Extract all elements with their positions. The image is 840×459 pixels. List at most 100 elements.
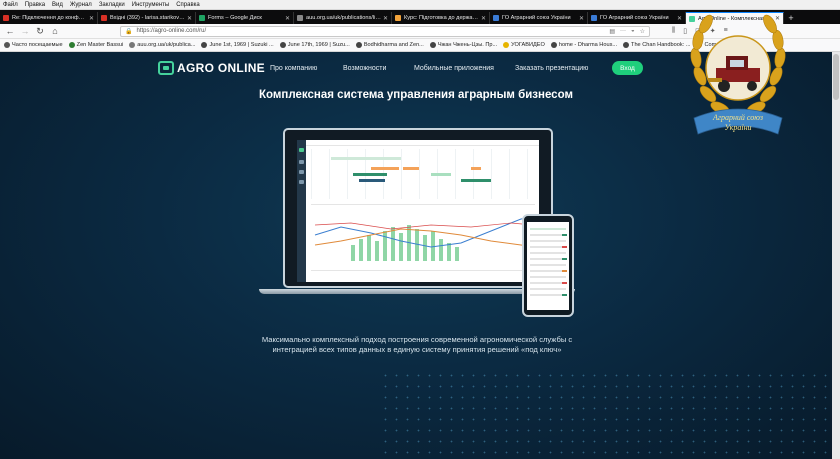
close-icon[interactable]: ✕ [677,15,682,22]
bookmark-item[interactable]: Zen Master Bassui [68,42,124,48]
emblem-text-line1: Аграрний союз [712,113,763,122]
bookmark-label: УОГАВИДЕО [511,42,545,48]
hero-description: Максимально комплексный подход построени… [261,335,573,354]
arrow-left-icon: ← [5,26,15,36]
bookmark-label: Чжан Чжень-Цзы. Пр... [437,42,498,48]
phone-row [530,282,566,284]
scrollbar-thumb[interactable] [833,54,839,100]
arrow-right-icon: → [20,26,30,36]
folder-icon [503,42,510,48]
page-scrollbar[interactable] [832,52,840,459]
menu-tools[interactable]: Инструменты [132,2,169,8]
globe-icon [129,42,136,48]
tab-label: auu.org.ua/uk/publications/list/ [306,15,381,21]
bookmark-item[interactable]: home - Dharma Hous... [550,42,618,48]
bookmark-star-icon[interactable]: ☆ [640,28,645,35]
lock-icon: 🔒 [125,28,133,35]
close-icon[interactable]: ✕ [383,15,388,22]
nav-mobile-apps[interactable]: Мобильные приложения [414,65,494,72]
phone-row [530,288,566,290]
tab-label: ГО Аграрний союз України [600,15,669,21]
nav-order-presentation[interactable]: Заказать презентацию [515,65,588,72]
tab-4[interactable]: Курс: Підготовка до держави... ✕ [392,12,490,24]
bookmark-item[interactable]: auu.org.ua/uk/publica... [129,42,195,48]
nav-about[interactable]: Про компанию [270,65,317,72]
menu-help[interactable]: Справка [176,2,200,8]
close-icon[interactable]: ✕ [89,15,94,22]
close-icon[interactable]: ✕ [579,15,584,22]
mail-favicon-icon [3,15,9,21]
tab-3[interactable]: auu.org.ua/uk/publications/list/✕ [294,12,392,24]
back-button[interactable]: ← [4,25,16,37]
agrarian-union-emblem: Аграрний союз України [690,14,786,135]
phone-row [530,270,566,272]
phone-row [530,294,566,296]
menu-view[interactable]: Вид [52,2,63,8]
agro-online-logo[interactable]: AGRO ONLINE [158,61,265,75]
tab-label: Вхідні (392) - larisa.starikova@... [110,15,185,21]
phone-status-dot [562,258,567,260]
menu-bookmarks[interactable]: Закладки [99,2,125,8]
tab-1[interactable]: Вхідні (392) - larisa.starikova@... ✕ [98,12,196,24]
dashboard-weather-chart [311,204,535,266]
tab-label: ГО Аграрний союз України [502,15,571,21]
url-text[interactable]: https://agro-online.com/ru/ [136,28,604,34]
bookmark-label: home - Dharma Hous... [558,42,618,48]
sidebar-dot-icon [299,148,304,152]
tab-2[interactable]: Forms – Google Диск ✕ [196,12,294,24]
gear-icon [4,42,10,48]
library-icon[interactable]: ⫼ [672,27,675,35]
page-icon [550,42,557,48]
reload-button[interactable]: ↻ [34,25,46,37]
more-actions-icon[interactable]: ··· [620,28,626,34]
dashboard-sidebar [297,140,306,282]
phone-status-dot [562,294,567,296]
bookmark-item[interactable]: Чжан Чжень-Цзы. Пр... [429,42,498,48]
menu-history[interactable]: Журнал [70,2,92,8]
phone-row [530,246,566,248]
phone-status-dot [562,282,567,284]
bookmark-label: Zen Master Bassui [76,42,124,48]
url-bar[interactable]: 🔒 https://agro-online.com/ru/ ▤ ··· ◒ ☆ [120,25,650,37]
phone-mockup [522,214,574,317]
globe-icon [68,42,75,48]
login-button[interactable]: Вход [612,61,643,75]
flag-favicon-icon [591,15,597,21]
tab-0[interactable]: Re: Підключення до конфер... ✕ [0,12,98,24]
home-button[interactable]: ⌂ [49,25,61,37]
forward-button[interactable]: → [19,25,31,37]
gantt-bar [471,167,481,170]
nav-features[interactable]: Возможности [343,65,386,72]
bookmark-item[interactable]: Bodhidharma and Zen... [355,42,424,48]
page-icon [623,42,630,48]
gantt-bar [403,167,419,170]
tab-label: Forms – Google Диск [208,15,262,21]
bookmark-item[interactable]: Часто посещаемые [4,42,63,48]
phone-row [530,240,566,242]
sidebar-dot-icon [299,180,304,184]
menu-file[interactable]: Файл [3,2,18,8]
close-icon[interactable]: ✕ [481,15,486,22]
phone-row [530,252,566,254]
gantt-bar [359,179,385,182]
pocket-icon[interactable]: ◒ [631,28,635,34]
close-icon[interactable]: ✕ [187,15,192,22]
tab-6[interactable]: ГО Аграрний союз України ✕ [588,12,686,24]
logo-text: AGRO ONLINE [177,61,265,75]
page-icon [279,42,286,48]
bookmark-item[interactable]: June 1st, 1969 | Suzuki ... [201,42,274,48]
bookmark-item[interactable]: The Chan Handbook: ... [623,42,690,48]
close-icon[interactable]: ✕ [285,15,290,22]
tab-5[interactable]: ГО Аграрний союз України ✕ [490,12,588,24]
gantt-bar [331,157,401,160]
reader-view-icon[interactable]: ▤ [609,28,615,35]
phone-status-dot [562,270,567,272]
sidebar-dot-icon [299,160,304,164]
bookmark-item[interactable]: June 17th, 1969 | Suzu... [279,42,350,48]
reload-icon: ↻ [36,25,44,36]
gantt-bar [371,167,399,170]
menu-edit[interactable]: Правка [25,2,45,8]
bookmark-item[interactable]: УОГАВИДЕО [503,42,545,48]
mail-favicon-icon [101,15,107,21]
phone-status-dot [562,246,567,248]
